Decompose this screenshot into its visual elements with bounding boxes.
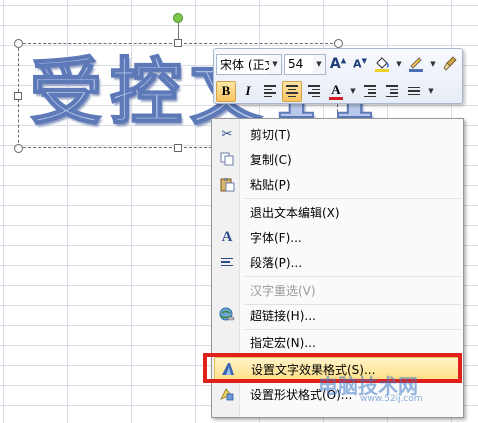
resize-handle-bottom-left[interactable]	[14, 144, 23, 153]
chevron-down-icon[interactable]: ▼	[269, 54, 281, 74]
chevron-down-icon[interactable]: ▼	[426, 81, 436, 102]
bullets-button[interactable]	[404, 81, 424, 102]
menu-item-label: 超链接(H)...	[250, 308, 316, 323]
font-color-button[interactable]: A	[326, 81, 346, 102]
copy-icon	[214, 147, 240, 171]
watermark-url: www.52ij.com	[360, 394, 423, 404]
menu-item-label: 剪切(T)	[250, 127, 291, 142]
decrease-indent-button[interactable]	[360, 81, 380, 102]
shrink-font-button[interactable]: A▼	[350, 54, 370, 75]
chevron-down-icon[interactable]: ▼	[348, 81, 358, 102]
fill-color-button[interactable]	[372, 54, 392, 75]
resize-handle-top[interactable]	[174, 39, 182, 47]
font-size-combo[interactable]: 54 ▼	[284, 53, 326, 75]
menu-item-exit-text-edit[interactable]: 退出文本编辑(X)	[214, 200, 462, 224]
grow-font-icon: A▲	[329, 56, 347, 72]
paste-icon	[214, 172, 240, 196]
italic-button[interactable]: I	[238, 81, 258, 102]
menu-item-paste[interactable]: 粘贴(P)	[214, 172, 462, 196]
font-name-combo[interactable]: 宋体 (正文 ▼	[216, 53, 282, 75]
menu-item-font[interactable]: A 字体(F)...	[214, 225, 462, 249]
increase-indent-icon	[386, 83, 398, 99]
menu-separator	[245, 198, 461, 199]
italic-icon: I	[245, 83, 251, 98]
resize-handle-left[interactable]	[14, 92, 22, 100]
menu-item-label: 字体(F)...	[250, 230, 302, 245]
menu-item-cut[interactable]: ✂ 剪切(T)	[214, 122, 462, 146]
mini-toolbar: 宋体 (正文 ▼ 54 ▼ A▲ A▼ ▼ ▼ B I A ▼ ▼	[213, 48, 463, 104]
line-color-button[interactable]	[406, 54, 426, 75]
menu-item-label: 退出文本编辑(X)	[250, 205, 340, 220]
font-icon: A	[221, 228, 233, 245]
rotation-handle[interactable]	[173, 13, 183, 23]
shape-format-icon	[214, 382, 240, 406]
resize-handle-top-right[interactable]	[334, 39, 343, 48]
brush-icon	[443, 56, 457, 71]
chevron-down-icon[interactable]: ▼	[394, 54, 404, 75]
increase-indent-button[interactable]	[382, 81, 402, 102]
decrease-indent-icon	[364, 83, 376, 99]
menu-item-copy[interactable]: 复制(C)	[214, 147, 462, 171]
align-right-icon	[308, 83, 320, 99]
chevron-down-icon[interactable]: ▼	[428, 54, 438, 75]
resize-handle-top-left[interactable]	[14, 39, 23, 48]
hyperlink-icon	[214, 303, 240, 327]
align-right-button[interactable]	[304, 81, 324, 102]
pencil-icon	[409, 57, 423, 72]
font-color-icon: A	[331, 81, 341, 97]
bullets-icon	[408, 85, 420, 98]
align-center-button[interactable]	[282, 80, 302, 102]
menu-item-label: 段落(P)...	[250, 255, 303, 270]
menu-item-label: 汉字重选(V)	[250, 283, 316, 298]
grow-font-button[interactable]: A▲	[328, 54, 348, 75]
align-left-button[interactable]	[260, 81, 280, 102]
align-left-icon	[264, 83, 276, 99]
watermark: 电脑技术网 www.52ij.com	[318, 370, 423, 404]
menu-item-paragraph[interactable]: 段落(P)...	[214, 250, 462, 274]
font-size-value: 54	[288, 57, 304, 71]
font-color-swatch	[329, 96, 343, 100]
menu-item-label: 粘贴(P)	[250, 177, 291, 192]
format-painter-button[interactable]	[440, 54, 460, 75]
shrink-font-icon: A▼	[353, 57, 367, 71]
menu-separator	[245, 276, 461, 277]
resize-handle-bottom[interactable]	[174, 144, 182, 152]
paragraph-icon	[214, 250, 240, 274]
menu-item-label: 复制(C)	[250, 152, 292, 167]
scissors-icon: ✂	[221, 126, 233, 142]
menu-item-assign-macro[interactable]: 指定宏(N)...	[214, 330, 462, 354]
menu-item-hyperlink[interactable]: 超链接(H)...	[214, 303, 462, 327]
chevron-down-icon[interactable]: ▼	[313, 54, 325, 74]
align-center-icon	[286, 83, 298, 99]
bold-icon: B	[221, 83, 231, 98]
menu-item-reconvert: 汉字重选(V)	[214, 278, 462, 302]
menu-item-label: 指定宏(N)...	[250, 335, 316, 350]
bold-button[interactable]: B	[216, 80, 236, 102]
paint-bucket-icon	[375, 57, 389, 72]
